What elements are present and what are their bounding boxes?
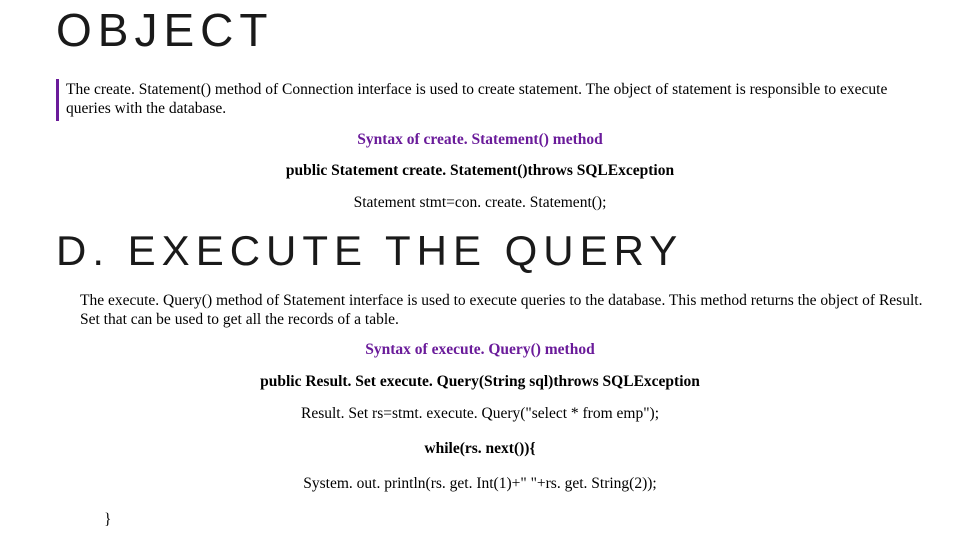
- paragraph-c: The create. Statement() method of Connec…: [66, 80, 930, 119]
- closing-brace: }: [104, 511, 111, 529]
- signature-d: public Result. Set execute. Query(String…: [0, 373, 960, 391]
- signature-c: public Statement create. Statement()thro…: [0, 162, 960, 180]
- heading-c: C. CREATE THE STATEMENT OBJECT: [56, 0, 960, 55]
- syntax-title-c: Syntax of create. Statement() method: [0, 131, 960, 149]
- paragraph-d: The execute. Query() method of Statement…: [80, 291, 930, 330]
- example-d-1: Result. Set rs=stmt. execute. Query("sel…: [0, 405, 960, 423]
- syntax-title-d: Syntax of execute. Query() method: [0, 341, 960, 359]
- example-d-2: while(rs. next()){: [0, 440, 960, 458]
- example-c: Statement stmt=con. create. Statement();: [0, 194, 960, 212]
- slide: C. CREATE THE STATEMENT OBJECT The creat…: [0, 0, 960, 540]
- heading-d: D. EXECUTE THE QUERY: [56, 227, 683, 275]
- accent-bar: [56, 79, 59, 121]
- example-d-3: System. out. println(rs. get. Int(1)+" "…: [0, 475, 960, 493]
